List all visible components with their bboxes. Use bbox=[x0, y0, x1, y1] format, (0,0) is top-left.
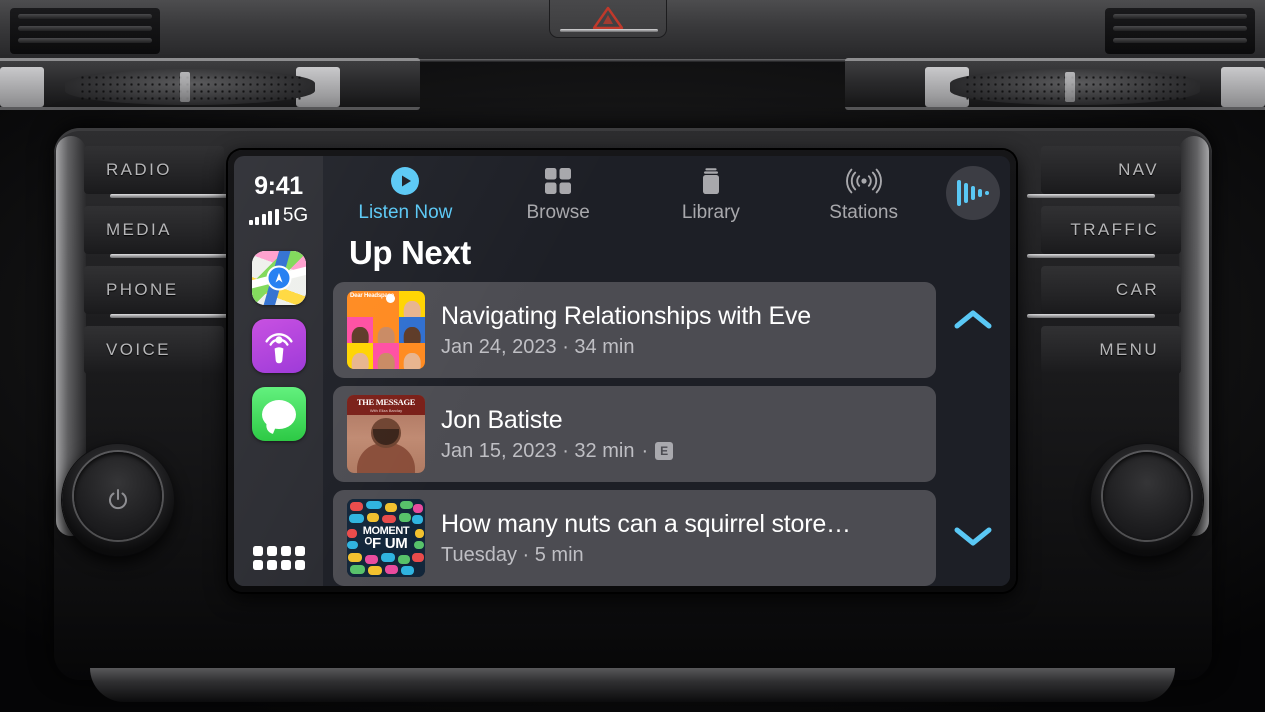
the-message-artwork: THE MESSAGE With Eliza Barclay bbox=[347, 395, 425, 473]
car-button[interactable]: CAR bbox=[1027, 266, 1181, 318]
episode-meta: Navigating Relationships with Eve Jan 24… bbox=[441, 302, 922, 359]
episode-title: How many nuts can a squirrel store… bbox=[441, 509, 851, 538]
scroll-up-button[interactable] bbox=[950, 304, 996, 336]
up-next-list: Dear Headspace Navigating Relationships … bbox=[323, 282, 936, 586]
traffic-button-label: TRAFFIC bbox=[1070, 220, 1159, 239]
episode-artwork: Dear Headspace bbox=[347, 291, 425, 369]
phone-button-label: PHONE bbox=[106, 280, 179, 299]
list-item[interactable]: THE MESSAGE With Eliza Barclay Jon Batis… bbox=[333, 386, 936, 482]
tab-stations-label: Stations bbox=[829, 202, 898, 223]
now-playing-waveform-icon bbox=[957, 178, 989, 208]
power-volume-knob[interactable] bbox=[62, 444, 174, 556]
carplay-tab-bar: Listen Now Browse Library Stations bbox=[323, 156, 1010, 230]
messages-icon bbox=[261, 399, 296, 429]
radio-button[interactable]: RADIO bbox=[84, 146, 238, 198]
hard-button-column-left: RADIO MEDIA PHONE VOICE bbox=[84, 146, 238, 374]
episode-date-duration: Jan 24, 2023 · 34 min bbox=[441, 335, 635, 358]
carplay-main: Listen Now Browse Library Stations Up Ne… bbox=[323, 156, 1010, 586]
status-bar: 9:41 5G bbox=[234, 174, 323, 225]
maps-location-arrow-icon bbox=[266, 265, 291, 291]
clock: 9:41 bbox=[254, 172, 303, 200]
podcasts-icon bbox=[264, 333, 293, 364]
tab-library-label: Library bbox=[681, 202, 740, 223]
voice-button-label: VOICE bbox=[106, 340, 171, 359]
now-playing-button[interactable] bbox=[946, 166, 1000, 220]
voice-button[interactable]: VOICE bbox=[84, 326, 224, 374]
sidebar-app-podcasts[interactable] bbox=[251, 319, 306, 373]
signal-bars-icon bbox=[248, 209, 279, 225]
dear-headspace-artwork: Dear Headspace bbox=[347, 291, 425, 369]
traffic-button[interactable]: TRAFFIC bbox=[1027, 206, 1181, 258]
carplay-screen: 9:41 5G Listen Now Browse Library Statio… bbox=[234, 156, 1010, 586]
radio-button-label: RADIO bbox=[106, 160, 172, 179]
content-body: Dear Headspace Navigating Relationships … bbox=[323, 282, 1010, 586]
chevron-up-icon bbox=[954, 310, 992, 329]
episode-meta: How many nuts can a squirrel store… Tues… bbox=[441, 510, 922, 567]
episode-title: Jon Batiste bbox=[441, 405, 563, 434]
tab-listen-now-label: Listen Now bbox=[358, 202, 453, 223]
speaker-grille-left bbox=[0, 58, 420, 110]
grid-squares-icon bbox=[544, 164, 572, 198]
hazard-button-trim bbox=[560, 29, 658, 32]
episode-meta: Jon Batiste Jan 15, 2023 · 32 min · E bbox=[441, 406, 922, 463]
speaker-mesh-left bbox=[65, 69, 315, 105]
sidebar-app-list bbox=[251, 251, 306, 441]
tab-stations[interactable]: Stations bbox=[787, 164, 940, 224]
tab-browse-label: Browse bbox=[526, 202, 590, 223]
episode-subtitle: Jan 15, 2023 · 32 min · E bbox=[441, 440, 922, 463]
play-circle-icon bbox=[390, 164, 420, 198]
scroll-controls bbox=[936, 282, 1010, 586]
broadcast-icon bbox=[845, 164, 883, 198]
sidebar-app-messages[interactable] bbox=[251, 387, 306, 441]
episode-title: Navigating Relationships with Eve bbox=[441, 301, 811, 330]
network-label: 5G bbox=[282, 205, 309, 226]
speaker-grille-right bbox=[845, 58, 1265, 110]
artwork-title: THE MESSAGE bbox=[356, 397, 416, 408]
chevron-down-icon bbox=[954, 527, 992, 546]
car-button-label: CAR bbox=[1115, 280, 1159, 299]
dash-vent-slot-right bbox=[1105, 8, 1255, 54]
nav-button[interactable]: NAV bbox=[1027, 146, 1181, 198]
artwork-title: MOMENT ᴼF UM bbox=[347, 525, 425, 553]
episode-date-duration: Jan 15, 2023 · 32 min bbox=[441, 439, 635, 462]
page-title: Up Next bbox=[349, 234, 471, 271]
list-item[interactable]: MOMENT ᴼF UM How many nuts can a squirre… bbox=[333, 490, 936, 586]
artwork-title-line2: ᴼF UM bbox=[364, 535, 408, 553]
hard-button-column-right: NAV TRAFFIC CAR MENU bbox=[1027, 146, 1181, 374]
head-unit-bottom-trim bbox=[90, 668, 1175, 702]
library-book-icon bbox=[697, 164, 725, 198]
app-grid-button[interactable] bbox=[252, 546, 305, 570]
carplay-sidebar: 9:41 5G bbox=[234, 156, 323, 586]
phone-button[interactable]: PHONE bbox=[84, 266, 238, 318]
scroll-down-button[interactable] bbox=[950, 520, 996, 552]
moment-of-um-artwork: MOMENT ᴼF UM bbox=[347, 499, 425, 577]
episode-artwork: MOMENT ᴼF UM bbox=[347, 499, 425, 577]
episode-date-duration: Tuesday · 5 min bbox=[441, 543, 584, 566]
infotainment-screen-frame: 9:41 5G Listen Now Browse Library Statio… bbox=[228, 150, 1016, 592]
media-button[interactable]: MEDIA bbox=[84, 206, 238, 258]
tuning-knob[interactable] bbox=[1091, 444, 1203, 556]
tab-browse[interactable]: Browse bbox=[482, 164, 635, 224]
menu-button[interactable]: MENU bbox=[1041, 326, 1181, 374]
nav-button-label: NAV bbox=[1118, 160, 1159, 179]
hazard-light-button[interactable] bbox=[549, 0, 667, 38]
episode-subtitle: Tuesday · 5 min bbox=[441, 544, 922, 567]
explicit-badge: E bbox=[655, 442, 674, 460]
episode-artwork: THE MESSAGE With Eliza Barclay bbox=[347, 395, 425, 473]
tab-library[interactable]: Library bbox=[635, 164, 788, 224]
artwork-subtitle: With Eliza Barclay bbox=[369, 408, 403, 414]
list-item[interactable]: Dear Headspace Navigating Relationships … bbox=[333, 282, 936, 378]
sidebar-app-maps[interactable] bbox=[251, 251, 306, 305]
menu-button-label: MENU bbox=[1099, 340, 1159, 359]
media-button-label: MEDIA bbox=[106, 220, 172, 239]
episode-subtitle: Jan 24, 2023 · 34 min bbox=[441, 336, 922, 359]
dash-vent-slot-left bbox=[10, 8, 160, 54]
tab-listen-now[interactable]: Listen Now bbox=[329, 164, 482, 224]
power-icon bbox=[109, 489, 127, 510]
hazard-triangle-icon bbox=[592, 6, 624, 30]
car-dashboard: RADIO MEDIA PHONE VOICE NAV TRAFFIC CAR … bbox=[0, 0, 1265, 712]
speaker-mesh-right bbox=[950, 69, 1200, 105]
